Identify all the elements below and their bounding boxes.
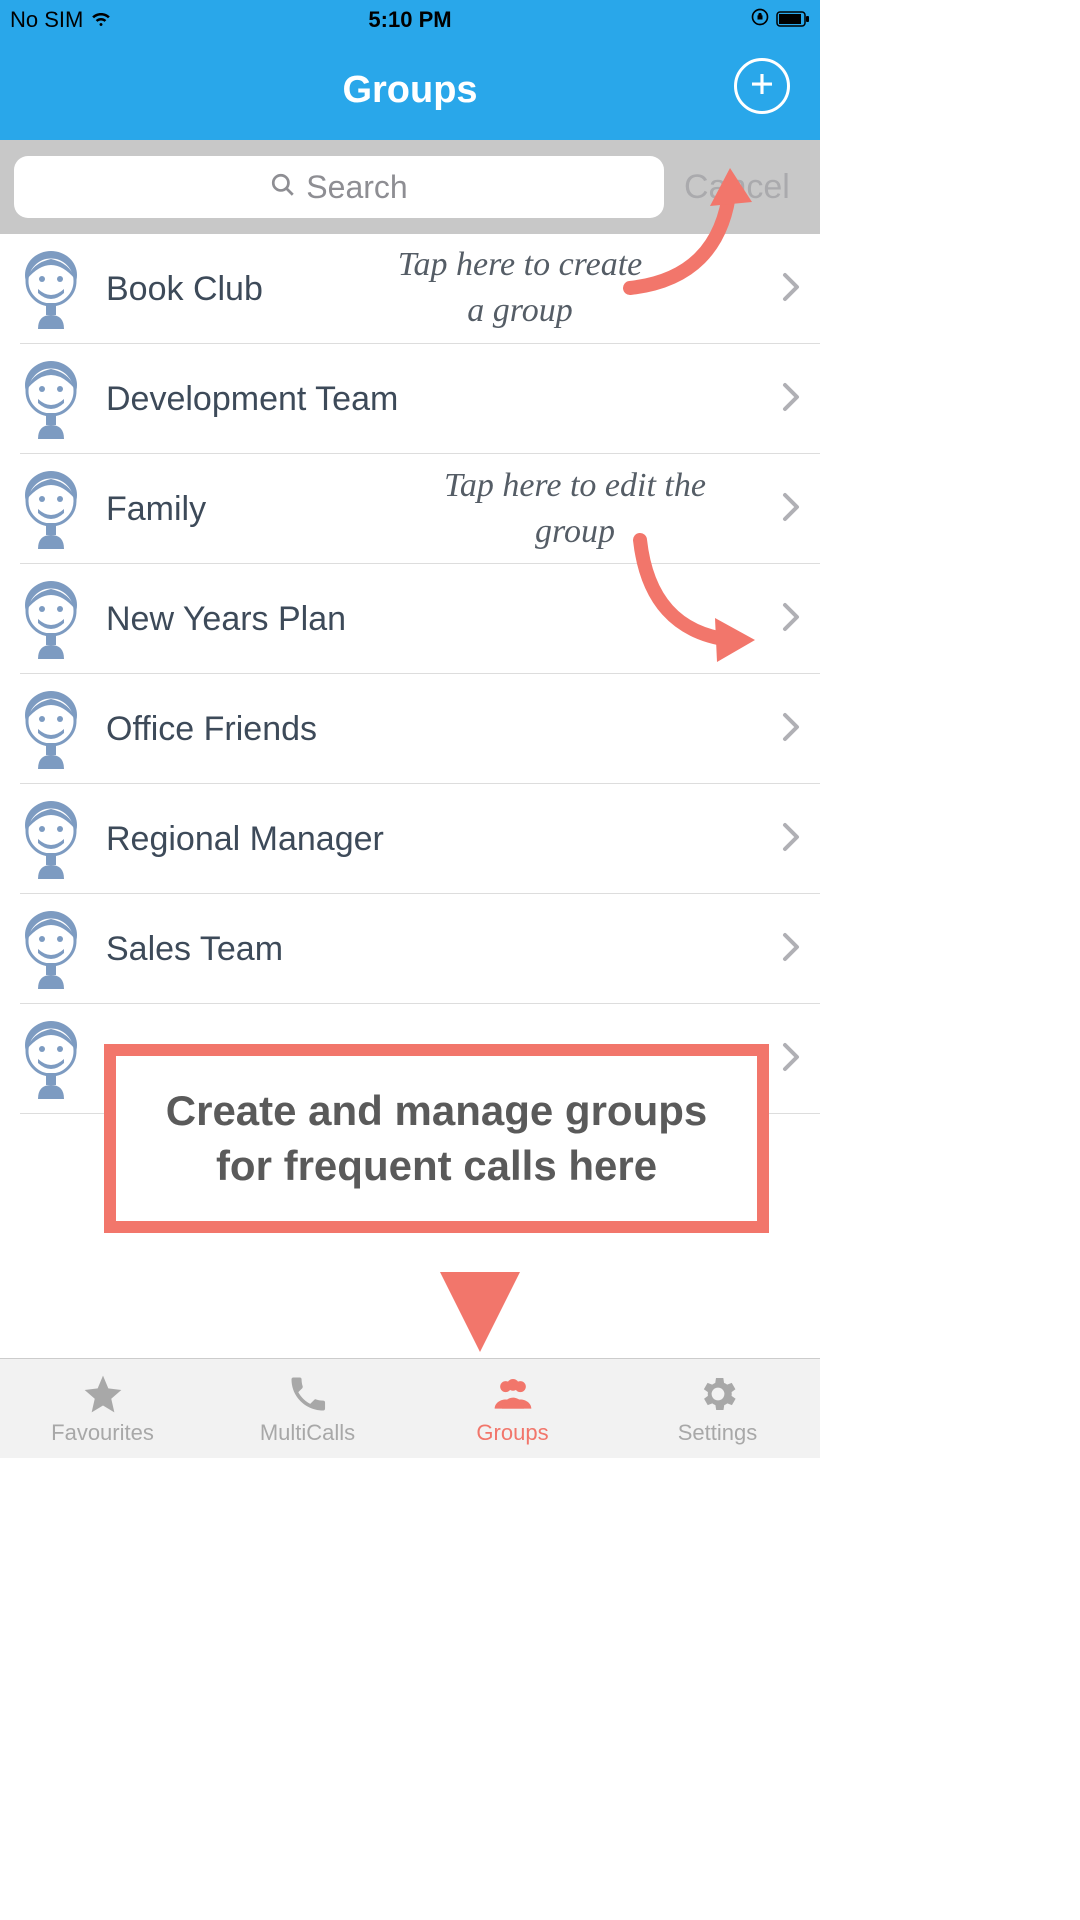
favourites-icon [81,1372,125,1416]
group-name: Development Team [106,380,782,419]
multicalls-icon [286,1372,330,1416]
group-name: Sales Team [106,930,782,969]
tab-label: Settings [678,1420,758,1446]
group-row[interactable]: Sales Team [0,894,820,1004]
search-icon [270,169,296,206]
avatar-icon [20,909,82,989]
group-name: Book Club [106,270,782,309]
group-row[interactable]: Office Friends [0,674,820,784]
tab-groups[interactable]: Groups [410,1359,615,1458]
group-row[interactable]: New Years Plan [0,564,820,674]
cancel-button[interactable]: Cancel [684,168,790,207]
chevron-right-icon [782,822,800,857]
page-title: Groups [342,69,477,112]
callout-pointer-icon [440,1272,520,1352]
chevron-right-icon [782,272,800,307]
plus-icon [747,69,777,104]
avatar-icon [20,469,82,549]
battery-icon [776,7,810,33]
chevron-right-icon [782,712,800,747]
chevron-right-icon [782,932,800,967]
tab-multicalls[interactable]: MultiCalls [205,1359,410,1458]
search-placeholder: Search [306,169,407,206]
tab-settings[interactable]: Settings [615,1359,820,1458]
group-row[interactable]: Development Team [0,344,820,454]
avatar-icon [20,689,82,769]
groups-icon [491,1372,535,1416]
carrier-text: No SIM [10,7,83,33]
clock: 5:10 PM [0,7,820,33]
tab-label: MultiCalls [260,1420,355,1446]
chevron-right-icon [782,382,800,417]
group-name: Regional Manager [106,820,782,859]
orientation-lock-icon [750,7,770,33]
chevron-right-icon [782,492,800,527]
avatar-icon [20,579,82,659]
avatar-icon [20,799,82,879]
chevron-right-icon [782,602,800,637]
settings-icon [696,1372,740,1416]
avatar-icon [20,249,82,329]
add-group-button[interactable] [734,58,790,114]
callout-text: Create and manage groups for frequent ca… [134,1084,739,1193]
tab-label: Favourites [51,1420,154,1446]
avatar-icon [20,1019,82,1099]
status-bar: No SIM 5:10 PM [0,0,820,40]
search-bar: Search Cancel [0,140,820,234]
group-name: Family [106,490,782,529]
group-row[interactable]: Regional Manager [0,784,820,894]
callout-box: Create and manage groups for frequent ca… [104,1044,769,1233]
tab-label: Groups [476,1420,548,1446]
group-name: Office Friends [106,710,782,749]
navigation-bar: Groups [0,40,820,140]
chevron-right-icon [782,1042,800,1077]
wifi-icon [89,5,113,35]
group-name: New Years Plan [106,600,782,639]
tab-bar: Favourites MultiCalls Groups Settings [0,1358,820,1458]
group-row[interactable]: Book Club [0,234,820,344]
search-input[interactable]: Search [14,156,664,218]
tab-favourites[interactable]: Favourites [0,1359,205,1458]
group-row[interactable]: Family [0,454,820,564]
avatar-icon [20,359,82,439]
